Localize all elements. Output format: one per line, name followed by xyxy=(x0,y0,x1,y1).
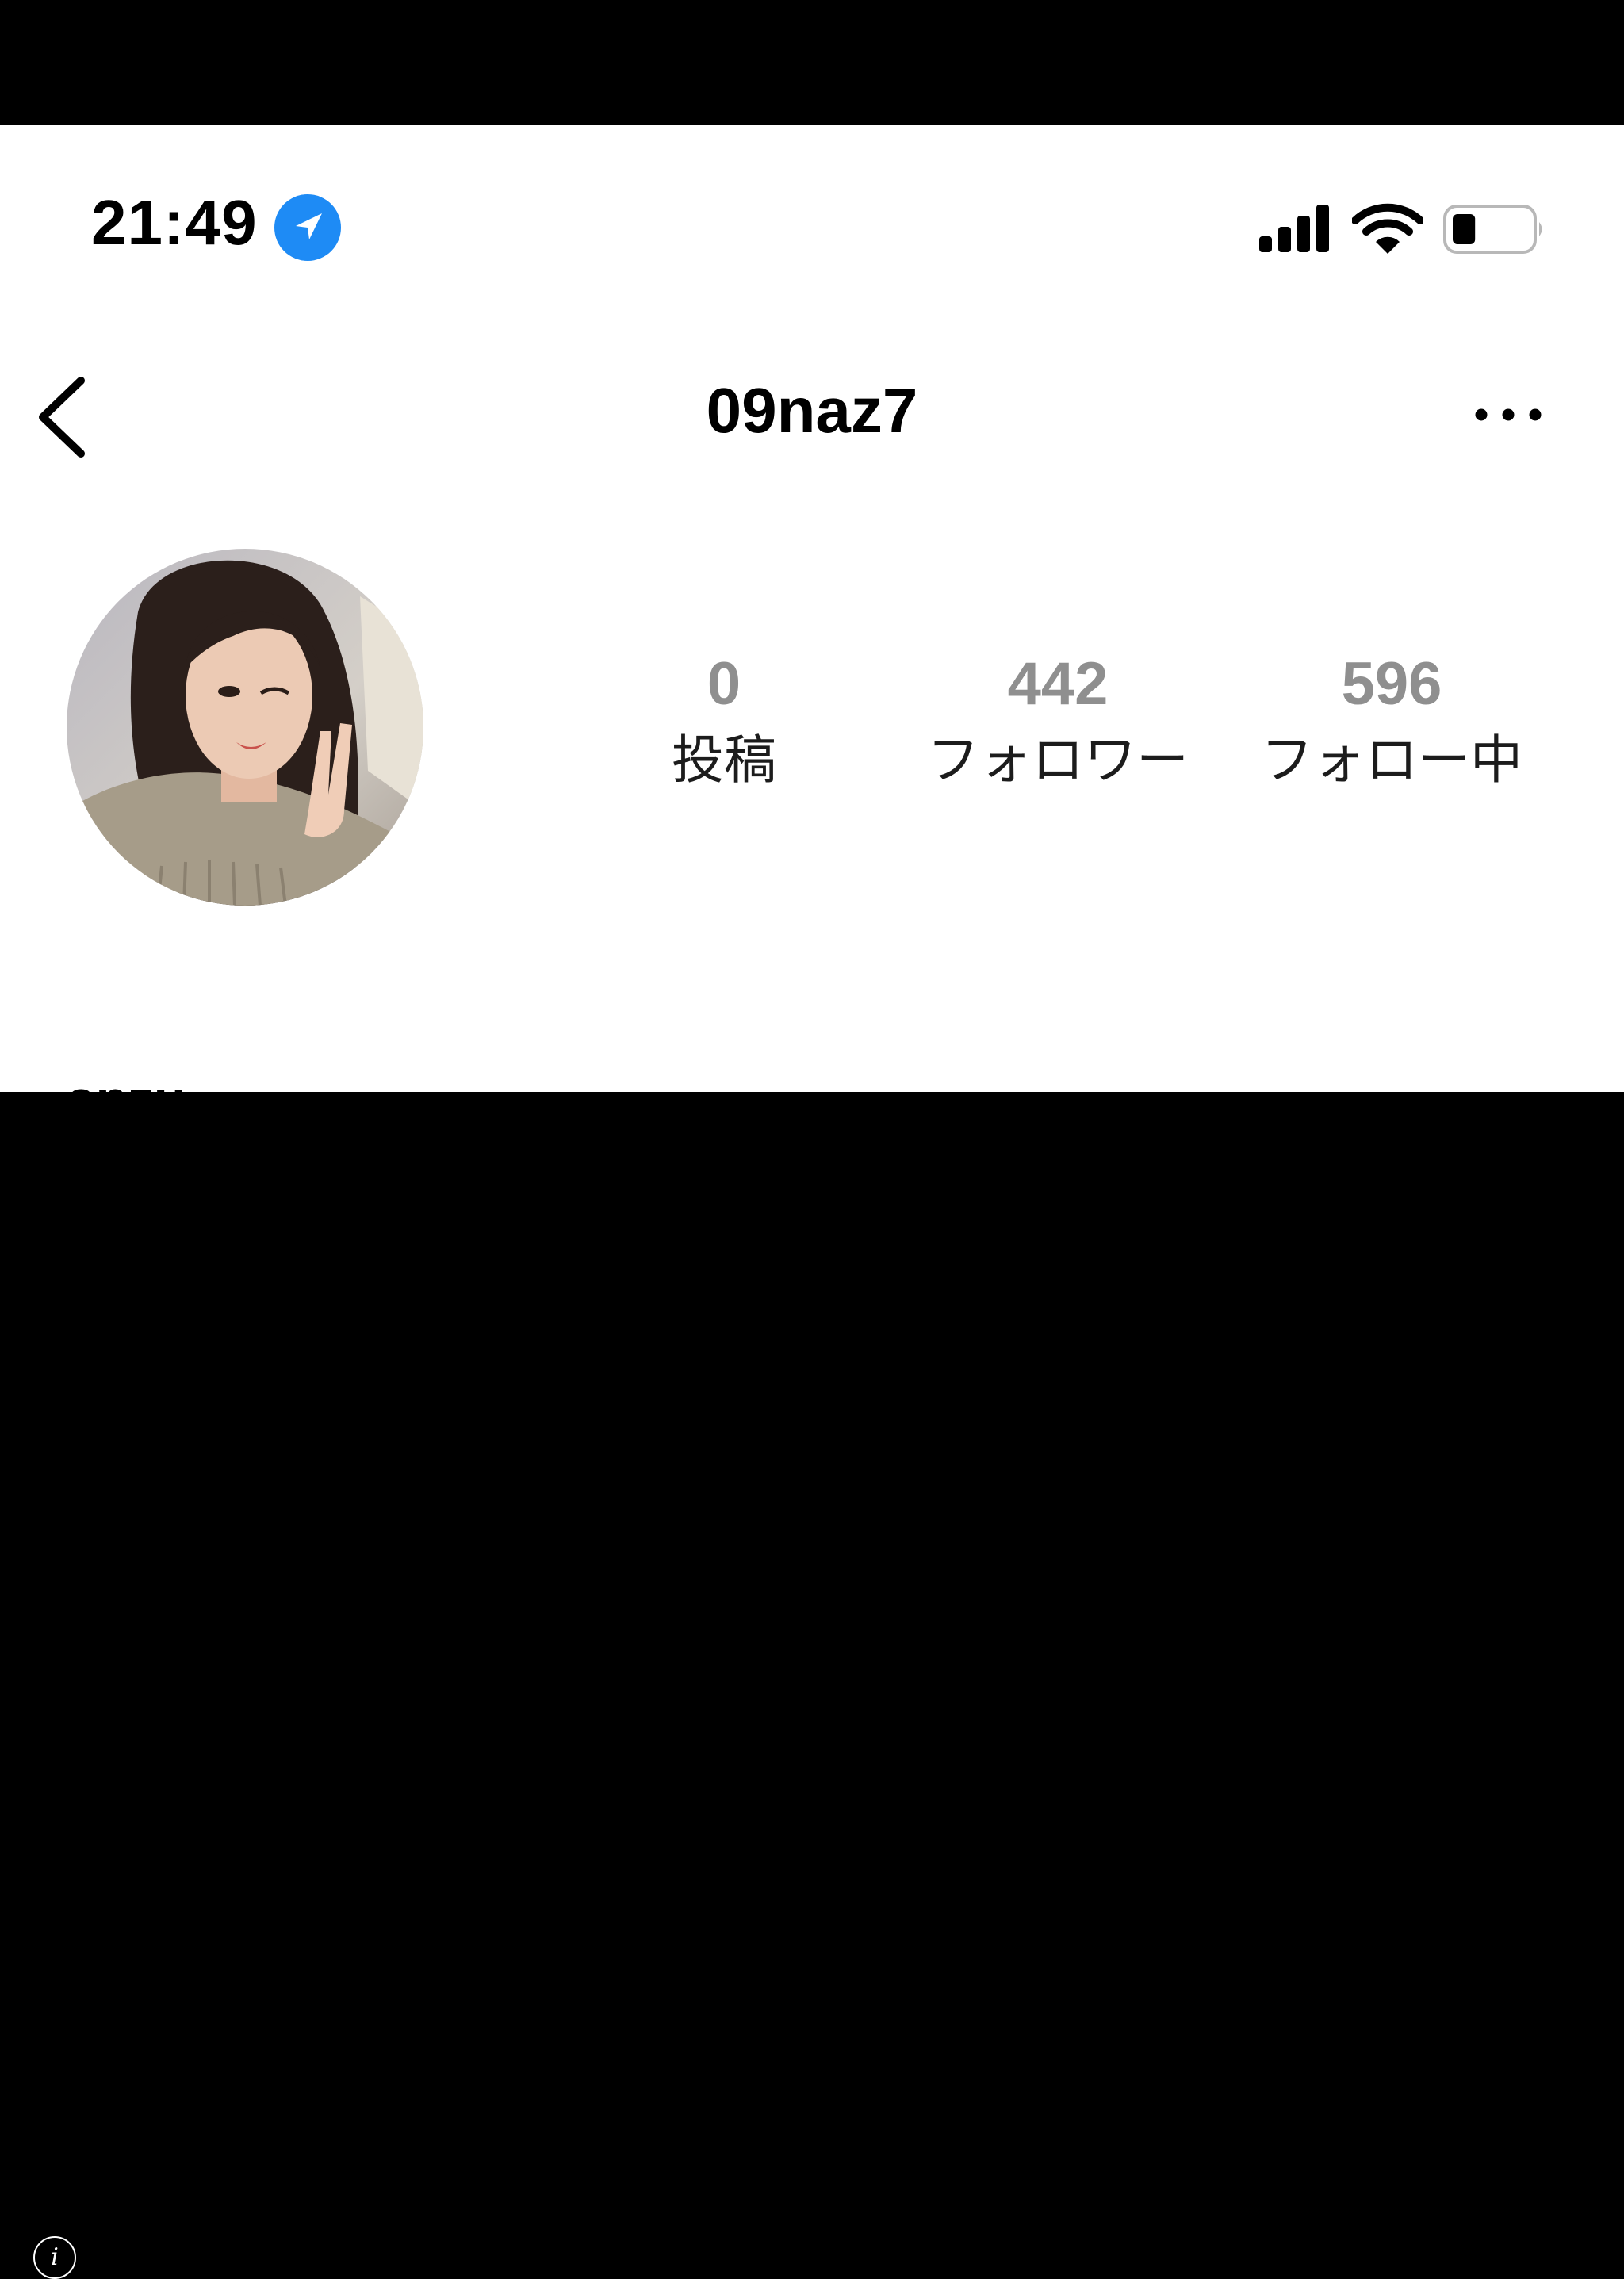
followers-count: 442 xyxy=(1007,650,1109,718)
posts-label: 投稿 xyxy=(672,730,776,789)
profile-username-title: 09naz7 xyxy=(706,375,918,446)
followers-label: フォロワー xyxy=(927,730,1189,789)
following-count: 596 xyxy=(1341,650,1442,718)
viewer-bottom-bar: i xyxy=(0,1092,1624,2279)
profile-avatar[interactable] xyxy=(67,549,423,906)
wifi-icon xyxy=(1352,203,1423,254)
cellular-signal-icon xyxy=(1259,205,1329,252)
posts-count: 0 xyxy=(707,650,741,718)
location-arrow-icon xyxy=(274,194,341,261)
viewer-top-bar xyxy=(0,0,1624,125)
ellipsis-icon xyxy=(1475,408,1542,421)
following-label: フォロー中 xyxy=(1261,730,1522,789)
more-options-button[interactable] xyxy=(1469,395,1548,435)
status-time: 21:49 xyxy=(91,187,258,258)
info-button[interactable]: i xyxy=(33,2236,76,2279)
battery-icon xyxy=(1443,205,1542,254)
profile-photo xyxy=(67,549,423,906)
phone-screen: 21:49 09naz7 0 投稿 442 フォロワー 596 フォロー中 xyxy=(0,125,1624,1092)
following-stat[interactable]: 596 フォロー中 xyxy=(1225,650,1558,789)
profile-display-name: anzu xyxy=(67,1073,186,1092)
posts-stat[interactable]: 0 投稿 xyxy=(557,650,891,789)
followers-stat[interactable]: 442 フォロワー xyxy=(891,650,1224,789)
